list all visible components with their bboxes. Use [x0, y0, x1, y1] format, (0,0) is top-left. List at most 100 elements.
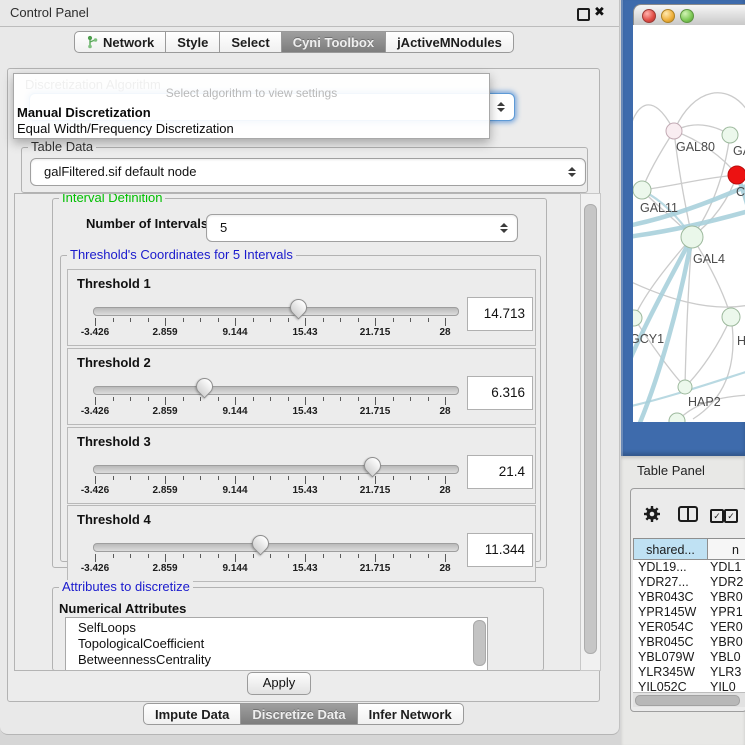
- minimize-traffic-light-icon[interactable]: [661, 9, 675, 23]
- column-header-name[interactable]: n: [707, 538, 745, 560]
- tick-mark: [165, 476, 166, 484]
- split-panel-icon[interactable]: [678, 506, 698, 522]
- slider-track[interactable]: [93, 386, 459, 395]
- tick-mark: [393, 476, 394, 480]
- horizontal-scrollbar-thumb[interactable]: [635, 695, 740, 706]
- table-panel-section: Table Panel ✓ ✓ shared... n YDL19...YDL1…: [621, 456, 745, 745]
- tab-style[interactable]: Style: [166, 31, 220, 53]
- tab-infer-network[interactable]: Infer Network: [358, 703, 464, 725]
- numerical-attributes-list[interactable]: SelfLoopsTopologicalCoefficientBetweenne…: [65, 617, 488, 671]
- cell-name: YBL0: [710, 650, 741, 665]
- tab-impute-data[interactable]: Impute Data: [143, 703, 241, 725]
- tick-label: 2.859: [135, 485, 195, 496]
- table-row[interactable]: YBR043CYBR0: [633, 590, 745, 605]
- network-edge: [633, 105, 674, 143]
- table-data-value: galFiltered.sif default node: [44, 164, 196, 179]
- tab-select[interactable]: Select: [220, 31, 281, 53]
- tick-mark: [183, 554, 184, 558]
- node-label: GAL80: [676, 140, 715, 154]
- tick-mark: [410, 397, 411, 401]
- tick-mark: [165, 318, 166, 326]
- attribute-list-item[interactable]: BetweennessCentrality: [66, 652, 487, 668]
- algorithm-menu-item[interactable]: Equal Width/Frequency Discretization: [17, 121, 234, 136]
- tick-label: 2.859: [135, 406, 195, 417]
- horizontal-scrollbar[interactable]: [633, 692, 745, 707]
- cell-shared-name: YDR27...: [638, 575, 689, 590]
- network-node[interactable]: [633, 181, 651, 199]
- slider-track[interactable]: [93, 543, 459, 552]
- table-row[interactable]: YLR345WYLR3: [633, 665, 745, 680]
- tick-mark: [340, 318, 341, 322]
- network-node[interactable]: [678, 380, 692, 394]
- list-scrollbar-thumb[interactable]: [473, 620, 486, 666]
- number-of-intervals-value: 5: [220, 220, 227, 235]
- tick-mark: [323, 476, 324, 480]
- tick-mark: [183, 476, 184, 480]
- window-title: Control Panel: [10, 5, 89, 20]
- network-canvas[interactable]: GAL80GACGAL11GAL4GCY1HHAP2: [633, 25, 745, 422]
- table-row[interactable]: YBL079WYBL0: [633, 650, 745, 665]
- table-row[interactable]: YDL19...YDL1: [633, 560, 745, 575]
- attribute-list-item[interactable]: TopologicalCoefficient: [66, 636, 487, 652]
- network-node[interactable]: [722, 127, 738, 143]
- network-node[interactable]: [666, 123, 682, 139]
- tab-discretize-data[interactable]: Discretize Data: [241, 703, 357, 725]
- threshold-label: Threshold 1: [77, 276, 151, 291]
- table-row[interactable]: YPR145WYPR1: [633, 605, 745, 620]
- close-icon[interactable]: ✖: [594, 4, 605, 20]
- threshold-label: Threshold 4: [77, 512, 151, 527]
- algorithm-menu-item[interactable]: Manual Discretization: [17, 105, 151, 120]
- vertical-scrollbar[interactable]: [580, 193, 601, 671]
- tab-label: Style: [177, 35, 208, 50]
- number-of-intervals-combobox[interactable]: 5: [206, 214, 518, 242]
- network-node[interactable]: [669, 413, 685, 422]
- table-row[interactable]: YIL052CYIL0: [633, 680, 745, 692]
- threshold-value-field[interactable]: 11.344: [467, 533, 533, 567]
- network-node[interactable]: [728, 166, 745, 184]
- column-header-shared-name[interactable]: shared...: [633, 538, 708, 560]
- tick-label: 9.144: [205, 485, 265, 496]
- tick-mark: [148, 476, 149, 480]
- table-data-combobox[interactable]: galFiltered.sif default node: [30, 158, 586, 186]
- tab-jactivemnodules[interactable]: jActiveMNodules: [386, 31, 514, 53]
- tick-mark: [375, 554, 376, 562]
- slider-track[interactable]: [93, 465, 459, 474]
- tick-label: 2.859: [135, 327, 195, 338]
- attribute-list-item[interactable]: SelfLoops: [66, 620, 487, 636]
- tab-network[interactable]: Network: [74, 31, 166, 53]
- network-node[interactable]: [722, 308, 740, 326]
- tick-mark: [253, 318, 254, 322]
- stepper-icon: [500, 223, 508, 233]
- gear-icon[interactable]: [643, 505, 661, 523]
- tick-mark: [95, 318, 96, 326]
- checkbox-icon[interactable]: ✓: [710, 509, 724, 523]
- threshold-label: Threshold 3: [77, 434, 151, 449]
- tick-mark: [445, 476, 446, 484]
- vertical-scrollbar-thumb[interactable]: [584, 204, 597, 654]
- tick-mark: [218, 554, 219, 558]
- checkbox-icon[interactable]: ✓: [724, 509, 738, 523]
- table-row[interactable]: YBR045CYBR0: [633, 635, 745, 650]
- threshold-value-field[interactable]: 14.713: [467, 297, 533, 331]
- threshold-value-field[interactable]: 21.4: [467, 455, 533, 489]
- threshold-value-field[interactable]: 6.316: [467, 376, 533, 410]
- attributes-legend: Attributes to discretize: [59, 580, 193, 594]
- slider-track[interactable]: [93, 307, 459, 316]
- stepper-icon: [497, 102, 505, 112]
- table-row[interactable]: YDR27...YDR2: [633, 575, 745, 590]
- network-node[interactable]: [681, 226, 703, 248]
- float-window-icon[interactable]: [577, 8, 590, 21]
- tab-label: Cyni Toolbox: [293, 35, 374, 50]
- network-view-frame: GAL80GACGAL11GAL4GCY1HHAP2: [621, 0, 745, 456]
- network-node[interactable]: [633, 310, 642, 326]
- tick-mark: [428, 318, 429, 322]
- network-edge: [642, 175, 737, 190]
- cyni-mode-tabs: Impute DataDiscretize DataInfer Network: [143, 703, 464, 725]
- table-row[interactable]: YER054CYER0: [633, 620, 745, 635]
- tick-label: 9.144: [205, 327, 265, 338]
- apply-button[interactable]: Apply: [247, 672, 311, 695]
- close-traffic-light-icon[interactable]: [642, 9, 656, 23]
- tab-cyni-toolbox[interactable]: Cyni Toolbox: [282, 31, 386, 53]
- tick-mark: [148, 318, 149, 322]
- zoom-traffic-light-icon[interactable]: [680, 9, 694, 23]
